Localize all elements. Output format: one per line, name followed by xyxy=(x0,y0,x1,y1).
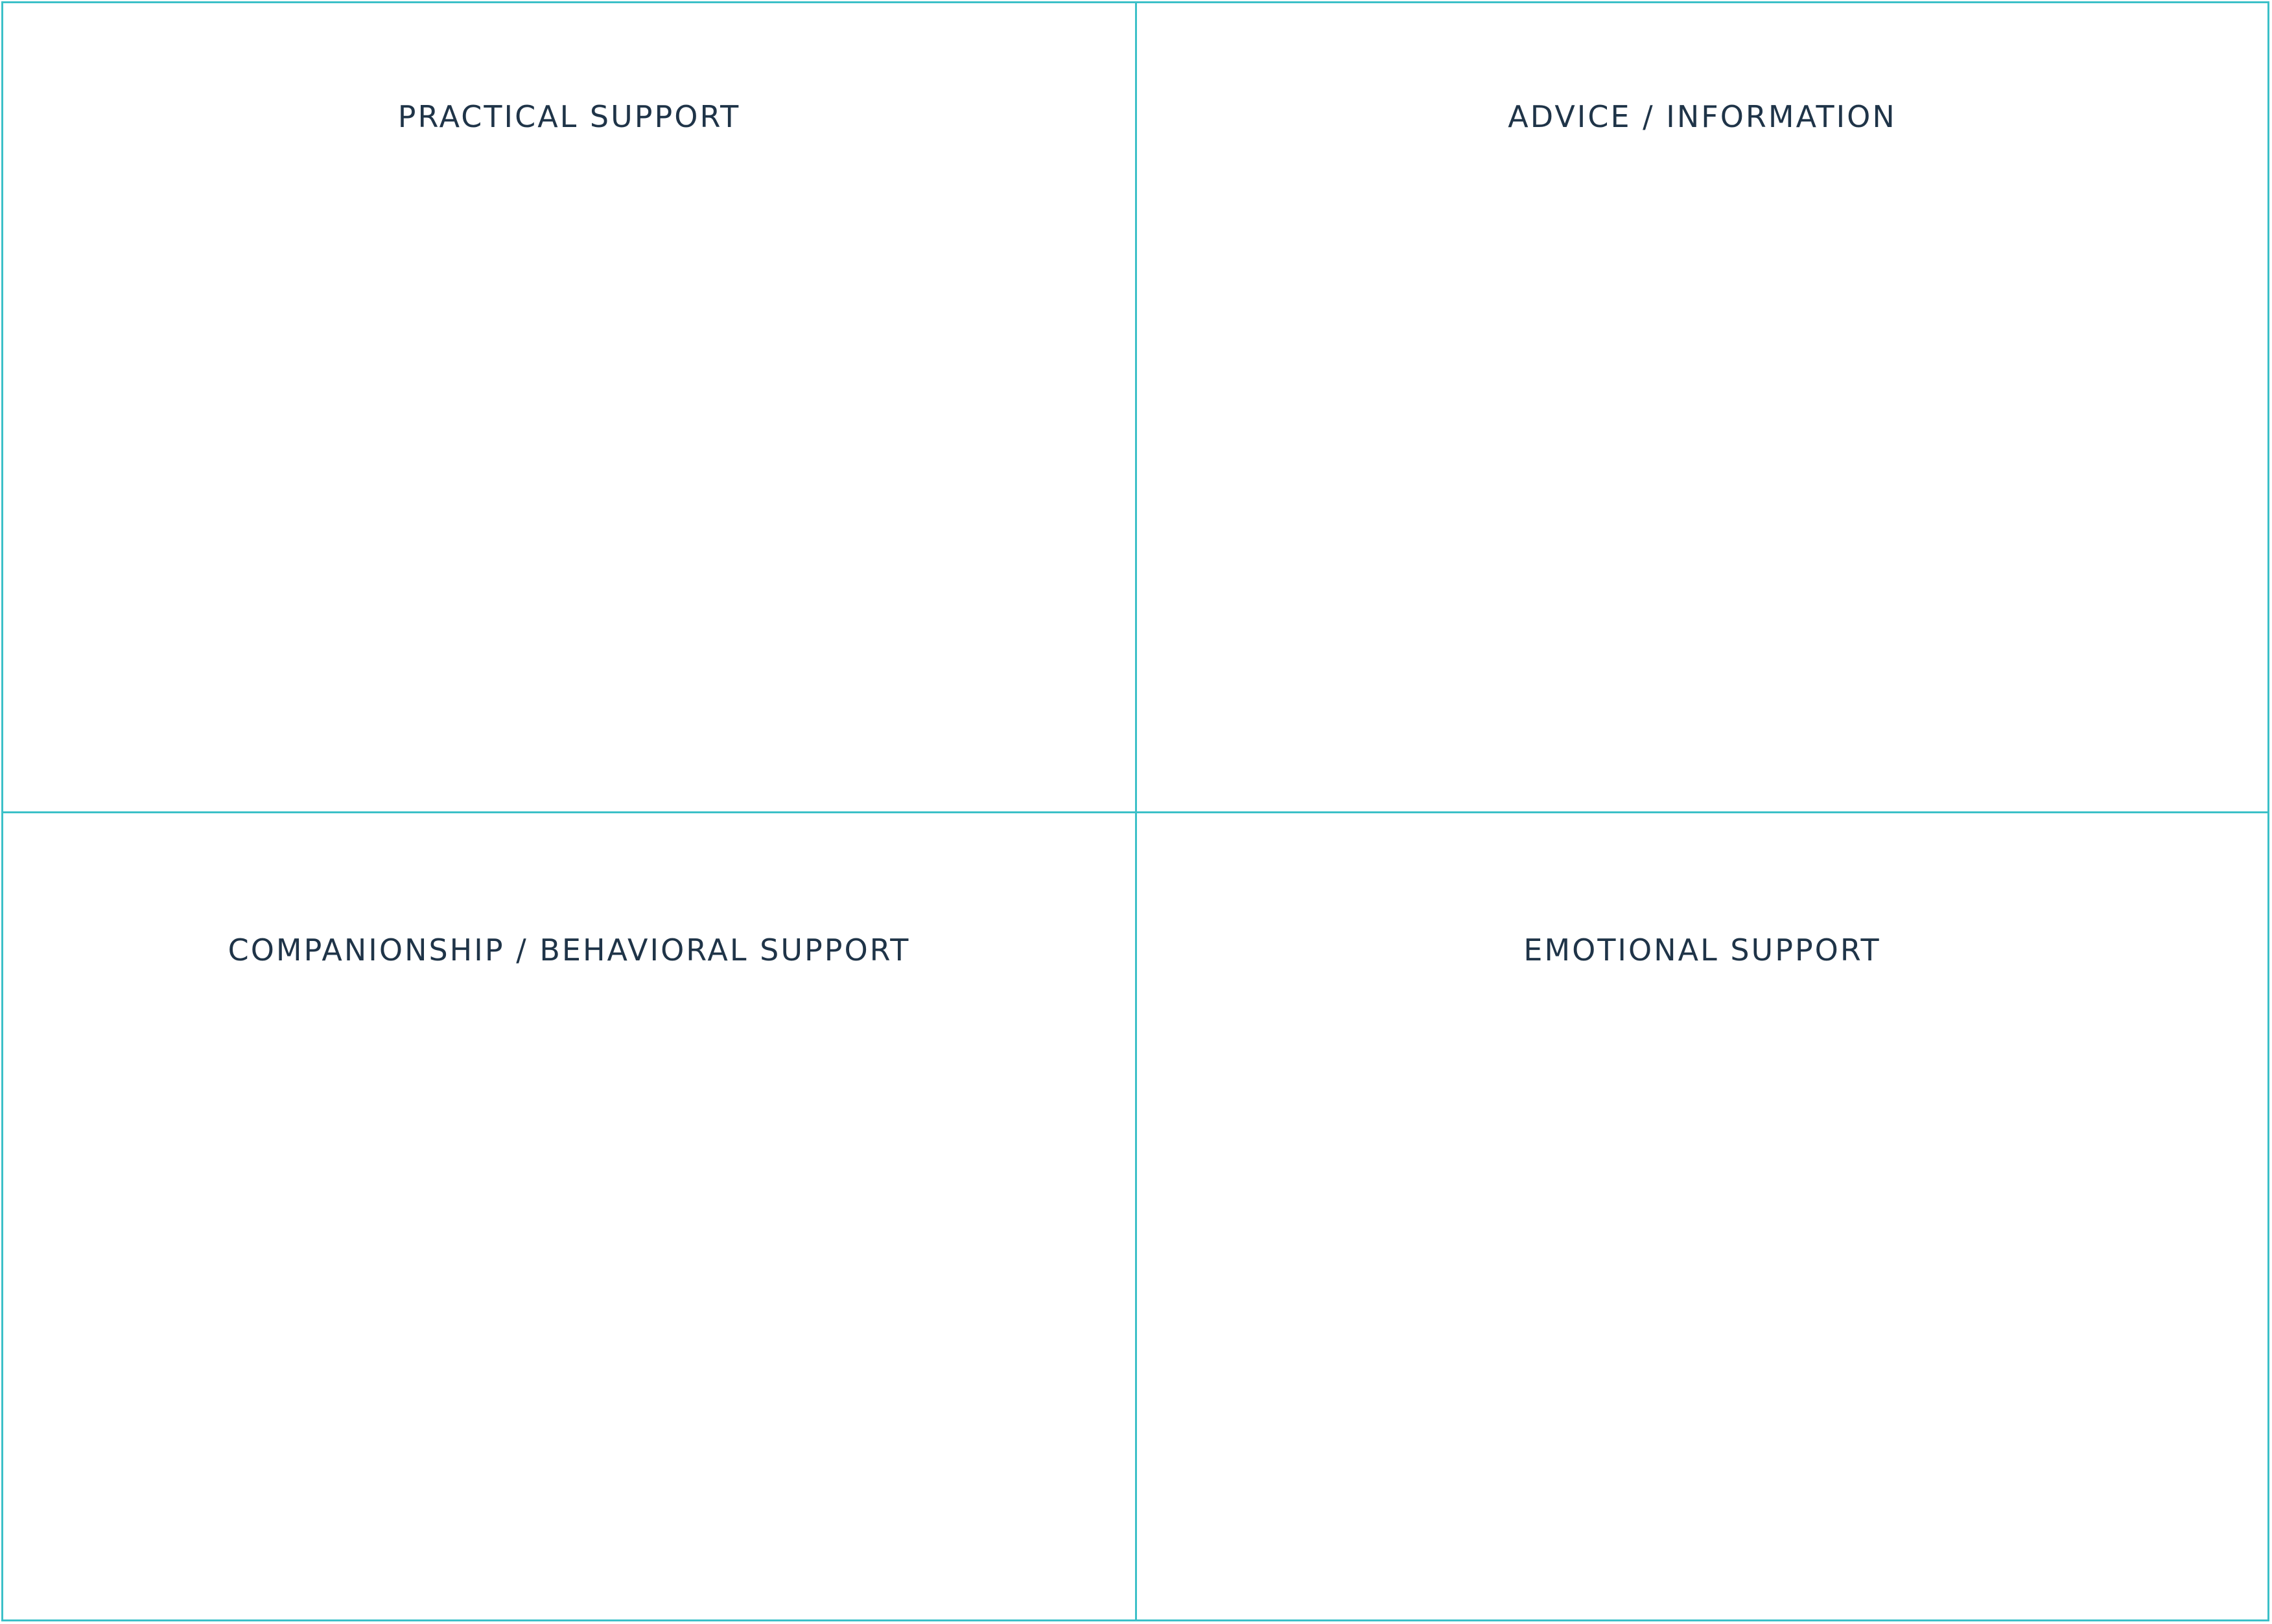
quadrant-advice-information: ADVICE / INFORMATION xyxy=(1137,3,2267,813)
quadrant-title-practical-support: PRACTICAL SUPPORT xyxy=(397,99,741,134)
quadrant-title-emotional-support: EMOTIONAL SUPPORT xyxy=(1523,933,1881,968)
quadrant-emotional-support: EMOTIONAL SUPPORT xyxy=(1137,813,2267,1619)
quadrant-practical-support: PRACTICAL SUPPORT xyxy=(3,3,1137,813)
quadrant-companionship-behavioral-support: COMPANIONSHIP / BEHAVIORAL SUPPORT xyxy=(3,813,1137,1619)
support-quadrant-grid: PRACTICAL SUPPORT ADVICE / INFORMATION C… xyxy=(1,1,2269,1621)
quadrant-title-companionship-behavioral-support: COMPANIONSHIP / BEHAVIORAL SUPPORT xyxy=(228,933,911,968)
quadrant-title-advice-information: ADVICE / INFORMATION xyxy=(1508,99,1897,134)
